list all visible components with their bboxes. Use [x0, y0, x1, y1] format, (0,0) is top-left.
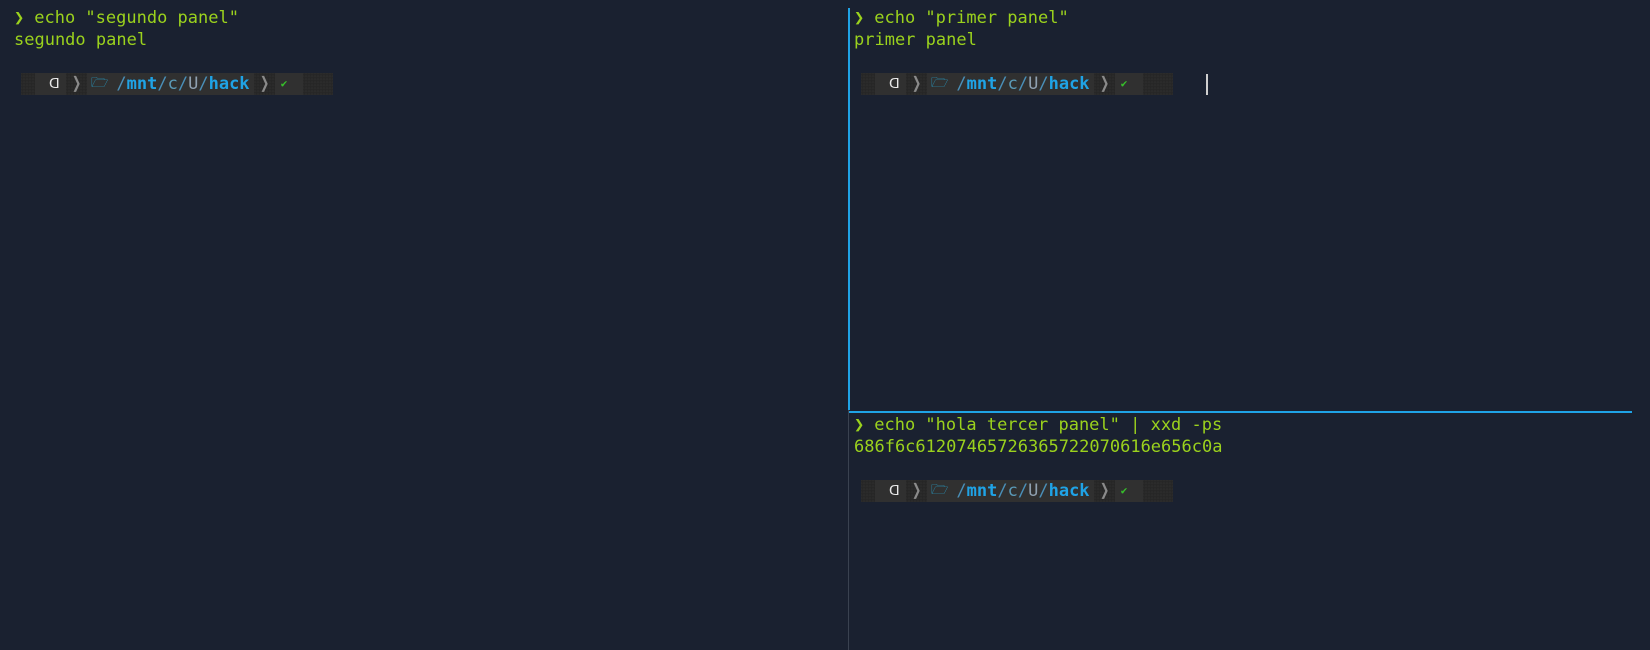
path-part: U	[188, 73, 199, 94]
status-segment: ✔	[1114, 479, 1144, 502]
command-text: echo "primer panel"	[874, 8, 1069, 28]
path-part: U	[1028, 73, 1039, 94]
command-output: segundo panel	[14, 29, 148, 50]
path-part: mnt	[126, 73, 158, 94]
checkmark-icon: ✔	[1120, 77, 1128, 90]
powerline-prompt: ᗡ ❯ 🗁 / mnt / c / U / hack ❯ ✔	[861, 70, 1208, 96]
checkmark-icon: ✔	[1120, 484, 1128, 497]
os-segment: ᗡ	[875, 479, 906, 502]
path-part: c	[167, 73, 178, 94]
path-segment: 🗁 / mnt / c / U / hack	[87, 72, 254, 95]
powerline-prompt: ᗡ ❯ 🗁 / mnt / c / U / hack ❯ ✔	[861, 477, 1173, 503]
segment-separator-icon: ❯	[911, 70, 922, 96]
terminal-pane-top-right[interactable]: ❯ echo "primer panel" primer panel ᗡ ❯ 🗁 /…	[850, 8, 1632, 410]
pane-divider-horizontal[interactable]	[849, 411, 1632, 413]
segment-separator-icon: ❯	[259, 70, 269, 96]
powerline-prompt: ᗡ ❯ 🗁 / mnt / c / U / hack ❯ ✔	[21, 70, 333, 96]
folder-icon: 🗁	[91, 74, 109, 91]
prompt-chevron: ❯	[854, 415, 865, 435]
os-segment: ᗡ	[35, 72, 66, 95]
os-segment: ᗡ	[875, 72, 906, 95]
prompt-chevron: ❯	[14, 8, 25, 28]
command-line: ❯ echo "hola tercer panel" | xxd -ps	[854, 415, 1650, 437]
path-part: hack	[1048, 73, 1090, 94]
command-output: 686f6c61207465726365722070616e656c0a	[854, 436, 1223, 457]
segment-separator-icon: ❯	[1099, 477, 1109, 503]
path-part: c	[1007, 73, 1018, 94]
pane-divider-vertical[interactable]	[848, 410, 849, 650]
path-part: c	[1007, 480, 1018, 501]
folder-icon: 🗁	[931, 74, 949, 91]
command-line: ❯ echo "primer panel"	[854, 8, 1632, 30]
os-icon: ᗡ	[49, 75, 60, 92]
path-segment: 🗁 / mnt / c / U / hack	[927, 72, 1094, 95]
command-text: echo "hola tercer panel" | xxd -ps	[874, 415, 1223, 435]
os-icon: ᗡ	[889, 482, 900, 499]
command-output: primer panel	[854, 29, 977, 50]
path-segment: 🗁 / mnt / c / U / hack	[927, 479, 1094, 502]
segment-separator-icon: ❯	[1099, 70, 1109, 96]
text-cursor[interactable]	[1206, 73, 1208, 95]
path-part: mnt	[966, 480, 998, 501]
segment-separator-icon: ❯	[71, 70, 82, 96]
path-part: hack	[208, 73, 250, 94]
command-line: ❯ echo "segundo panel"	[14, 8, 848, 30]
path-part: mnt	[966, 73, 998, 94]
segment-separator-icon: ❯	[911, 477, 922, 503]
folder-icon: 🗁	[931, 481, 949, 498]
os-icon: ᗡ	[889, 75, 900, 92]
status-segment: ✔	[1114, 72, 1144, 95]
command-text: echo "segundo panel"	[34, 8, 239, 28]
prompt-chevron: ❯	[854, 8, 865, 28]
path-part: U	[1028, 480, 1039, 501]
terminal-pane-left[interactable]: ❯ echo "segundo panel" segundo panel ᗡ ❯ …	[0, 0, 848, 650]
terminal-pane-bottom-right[interactable]: ❯ echo "hola tercer panel" | xxd -ps 686f…	[850, 415, 1650, 650]
status-segment: ✔	[274, 72, 304, 95]
checkmark-icon: ✔	[280, 77, 288, 90]
path-part: hack	[1048, 480, 1090, 501]
